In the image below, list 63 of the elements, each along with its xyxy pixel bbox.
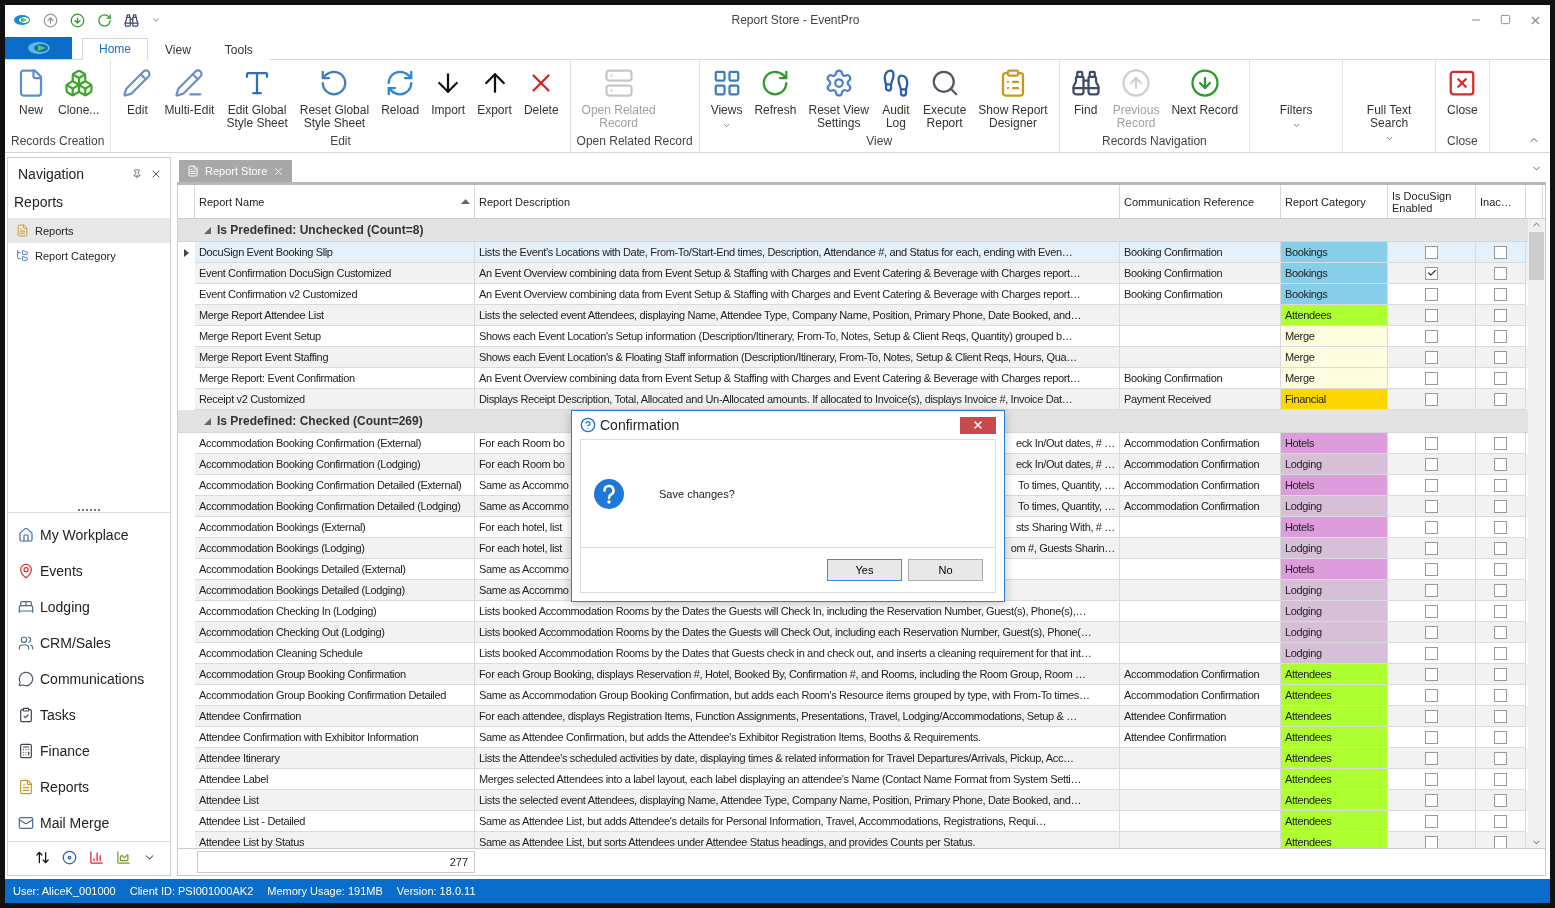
category-cell: Hotels: [1281, 433, 1388, 454]
group-label: Edit: [329, 134, 352, 150]
cell-text: eck In/Out dates, # …: [1015, 437, 1115, 449]
group-label: Records Navigation: [1101, 134, 1208, 150]
count-field: 277: [197, 851, 475, 873]
category-cell: Attendees: [1281, 664, 1388, 685]
cell-text: For each Room bo: [479, 458, 565, 470]
section-title: Reports: [13, 193, 65, 212]
status-text: Version: 18.0.11: [396, 885, 476, 897]
table-cell: Same as Attendee List, but sorts Attendees under Attendee Status headings, and provides Counts per Status.: [475, 832, 1120, 848]
category-cell: Hotels: [1281, 559, 1388, 580]
tab-label: Report Store: [205, 165, 268, 177]
category-cell: Lodging: [1281, 622, 1388, 643]
category-cell: Attendees: [1281, 748, 1388, 769]
category-cell: Hotels: [1281, 517, 1388, 538]
status-text: Client ID: PSI001000AK2: [129, 885, 254, 897]
category-cell: Hotels: [1281, 475, 1388, 496]
status-text: Memory Usage: 191MB: [267, 885, 383, 897]
panel-title: Navigation: [18, 166, 86, 182]
group-label: Records Creation: [11, 134, 105, 150]
group-label: View: [865, 134, 894, 150]
category-cell: Attendees: [1281, 685, 1388, 706]
cell-text: Same as Accommo: [479, 563, 569, 575]
category-cell: Attendees: [1281, 769, 1388, 790]
category-cell: Attendees: [1281, 811, 1388, 832]
category-cell: Merge: [1281, 368, 1388, 389]
cell-text: Same as Accommo: [479, 479, 569, 491]
cell-text: sts Sharing With, # …: [1015, 521, 1115, 533]
category-cell: Bookings: [1281, 263, 1388, 284]
category-cell: Bookings: [1281, 242, 1388, 263]
category-cell: Attendees: [1281, 832, 1388, 848]
category-cell: Attendees: [1281, 790, 1388, 811]
group-label: Is Predefined: Unchecked (Count=8): [217, 223, 424, 237]
window-title: Report Store - EventPro: [730, 13, 861, 27]
category-cell: Attendees: [1281, 727, 1388, 748]
category-cell: Lodging: [1281, 538, 1388, 559]
category-cell: Lodging: [1281, 601, 1388, 622]
group-label: Open Related Record: [576, 134, 693, 150]
category-cell: Attendees: [1281, 305, 1388, 326]
cell-text: For each hotel, list: [479, 521, 562, 533]
category-cell: Merge: [1281, 347, 1388, 368]
cell-text: om #, Guests Sharin…: [1010, 542, 1115, 554]
cell-text: To times, Quantity, …: [1018, 500, 1115, 512]
cell-text: eck In/Out dates, # …: [1015, 458, 1115, 470]
cell-text: For each hotel, list: [479, 542, 562, 554]
cell-text: Same as Accommo: [479, 584, 569, 596]
category-cell: Lodging: [1281, 580, 1388, 601]
cell-text: For each Room bo: [479, 437, 565, 449]
category-cell: Lodging: [1281, 454, 1388, 475]
status-text: User: AliceK_001000: [13, 885, 116, 897]
category-cell: Bookings: [1281, 284, 1388, 305]
category-cell: Financial: [1281, 389, 1388, 410]
group-label: Close: [1446, 134, 1479, 150]
cell-text: Same as Accommo: [479, 500, 569, 512]
category-cell: Lodging: [1281, 496, 1388, 517]
group-label: Is Predefined: Checked (Count=269): [217, 414, 423, 428]
cell-text: To times, Quantity, …: [1018, 479, 1115, 491]
dialog-message: Save changes?: [659, 487, 735, 500]
table-cell: Attendee List by Status: [195, 832, 475, 848]
category-cell: Lodging: [1281, 643, 1388, 664]
category-cell: Merge: [1281, 326, 1388, 347]
dialog-title: Confirmation: [600, 417, 681, 433]
category-cell: Attendees: [1281, 706, 1388, 727]
